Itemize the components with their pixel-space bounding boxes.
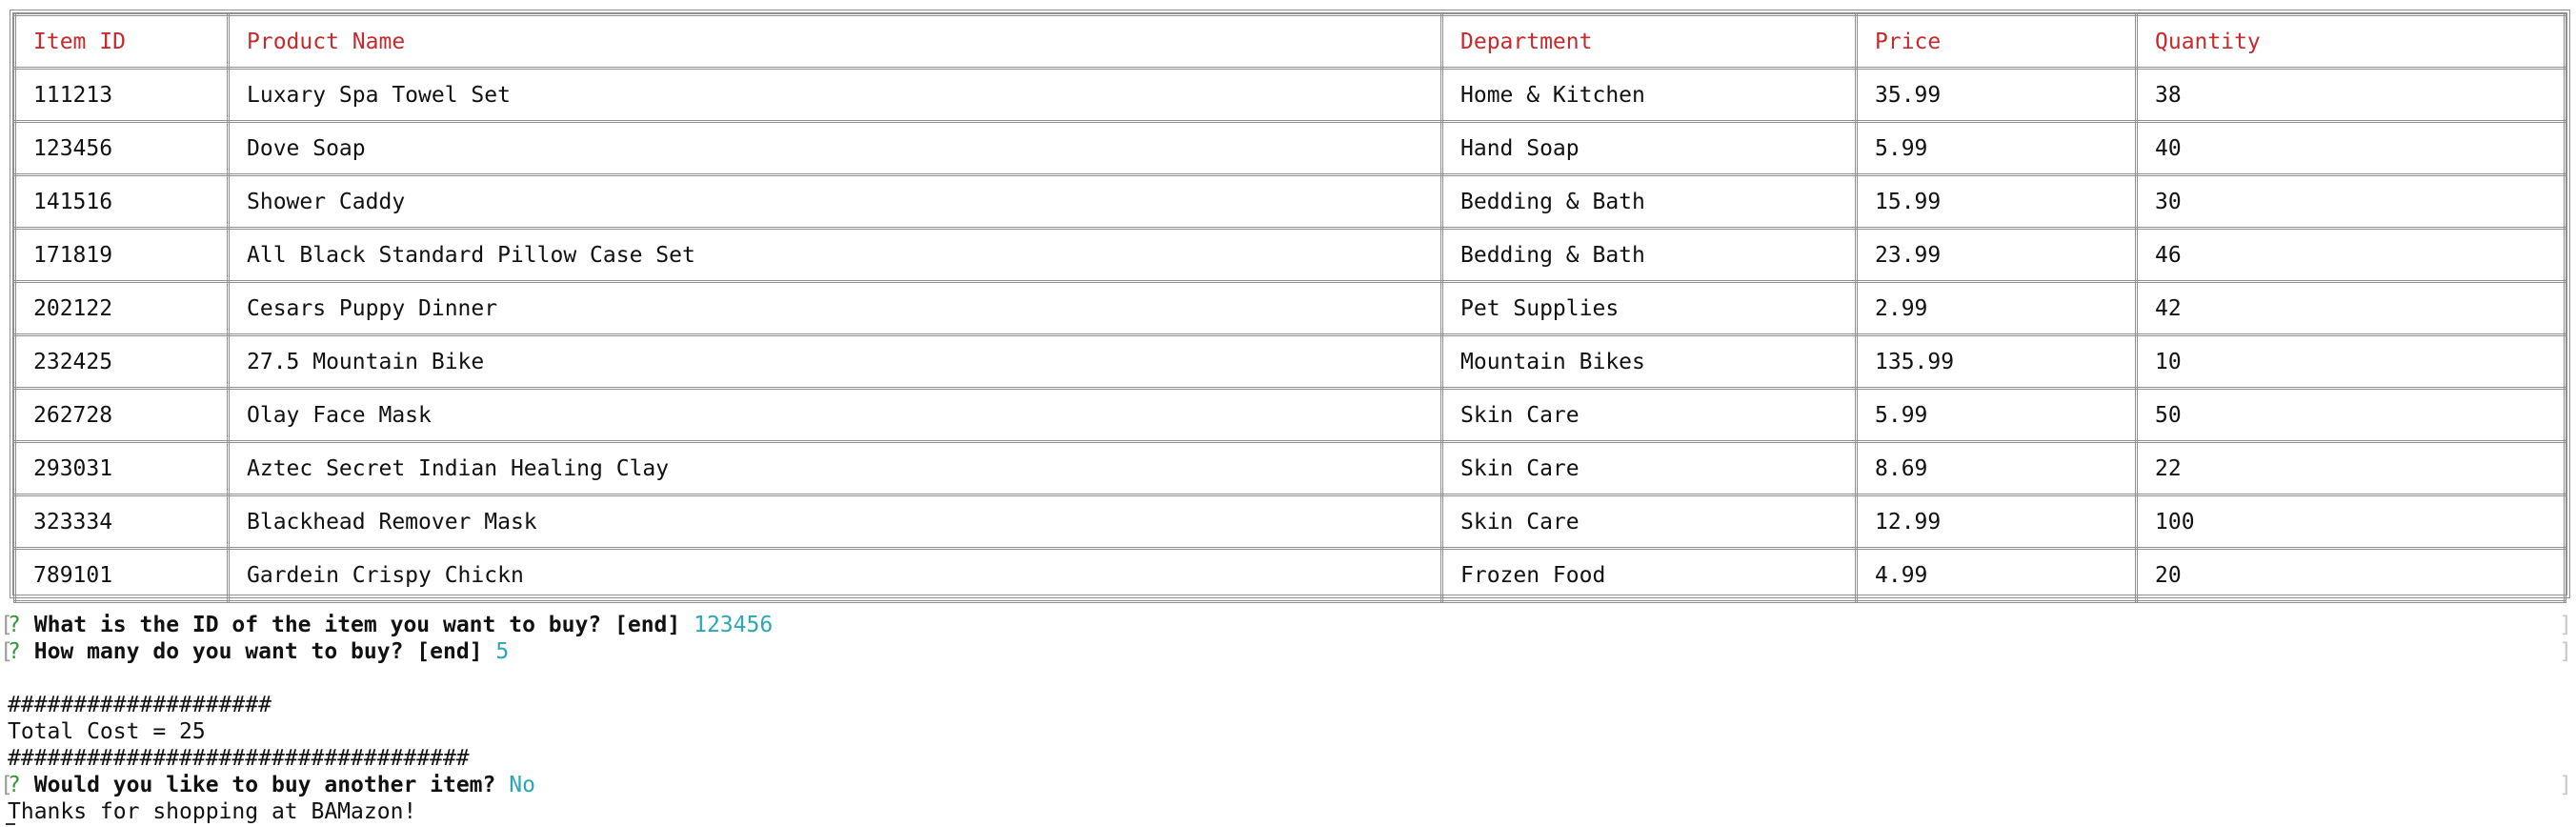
table-header-row: Item ID Product Name Department Price Qu… xyxy=(13,13,2566,70)
cell-quantity: 50 xyxy=(2135,387,2566,443)
cell-quantity: 20 xyxy=(2135,547,2566,603)
cell-quantity: 22 xyxy=(2135,440,2566,496)
cell-product-name: Dove Soap xyxy=(227,120,1443,176)
prompt-item-id: [? What is the ID of the item you want t… xyxy=(0,612,2576,638)
table-row: 323334 Blackhead Remover Mask Skin Care … xyxy=(13,494,2566,550)
prompt-bracket: [ xyxy=(0,613,13,637)
table-row: 202122 Cesars Puppy Dinner Pet Supplies … xyxy=(13,280,2566,336)
prompt-bracket: [ xyxy=(0,773,13,797)
cell-quantity: 38 xyxy=(2135,67,2566,123)
cell-item-id: 789101 xyxy=(13,547,230,603)
cell-quantity: 46 xyxy=(2135,227,2566,283)
terminal-output: [? What is the ID of the item you want t… xyxy=(0,612,2576,825)
cell-department: Pet Supplies xyxy=(1440,280,1858,336)
prompt-question-text: How many do you want to buy? [end] xyxy=(33,639,483,664)
table-row: 232425 27.5 Mountain Bike Mountain Bikes… xyxy=(13,333,2566,390)
cell-price: 4.99 xyxy=(1855,547,2138,603)
cell-product-name: Blackhead Remover Mask xyxy=(227,494,1443,550)
cell-item-id: 202122 xyxy=(13,280,230,336)
cell-price: 23.99 xyxy=(1855,227,2138,283)
table-row: 171819 All Black Standard Pillow Case Se… xyxy=(13,227,2566,283)
cell-department: Bedding & Bath xyxy=(1440,227,1858,283)
cell-quantity: 40 xyxy=(2135,120,2566,176)
prompt-question-mark: ? xyxy=(8,639,21,664)
cell-item-id: 123456 xyxy=(13,120,230,176)
table-row: 111213 Luxary Spa Towel Set Home & Kitch… xyxy=(13,67,2566,123)
cell-department: Skin Care xyxy=(1440,494,1858,550)
prompt-answer: 123456 xyxy=(694,613,774,637)
cell-product-name: Gardein Crispy Chickn xyxy=(227,547,1443,603)
cell-quantity: 42 xyxy=(2135,280,2566,336)
cell-quantity: 10 xyxy=(2135,333,2566,390)
cell-product-name: Cesars Puppy Dinner xyxy=(227,280,1443,336)
cell-department: Skin Care xyxy=(1440,440,1858,496)
table-row: 141516 Shower Caddy Bedding & Bath 15.99… xyxy=(13,173,2566,230)
cell-quantity: 30 xyxy=(2135,173,2566,230)
cell-product-name: All Black Standard Pillow Case Set xyxy=(227,227,1443,283)
inventory-table: Item ID Product Name Department Price Qu… xyxy=(13,13,2566,603)
prompt-answer: No xyxy=(509,773,535,797)
cell-department: Hand Soap xyxy=(1440,120,1858,176)
cell-product-name: 27.5 Mountain Bike xyxy=(227,333,1443,390)
cell-price: 12.99 xyxy=(1855,494,2138,550)
prompt-question-mark: ? xyxy=(8,773,21,797)
header-price: Price xyxy=(1855,13,2138,70)
cell-product-name: Luxary Spa Towel Set xyxy=(227,67,1443,123)
goodbye-message[interactable]: Thanks for shopping at BAMazon! xyxy=(0,798,2576,825)
prompt-bracket-end: ] xyxy=(2559,613,2572,637)
cell-department: Mountain Bikes xyxy=(1440,333,1858,390)
prompt-question-text: Would you like to buy another item? xyxy=(33,773,496,797)
cell-product-name: Olay Face Mask xyxy=(227,387,1443,443)
cell-price: 5.99 xyxy=(1855,387,2138,443)
cell-item-id: 232425 xyxy=(13,333,230,390)
terminal-cursor xyxy=(6,823,15,825)
table-row: 293031 Aztec Secret Indian Healing Clay … xyxy=(13,440,2566,496)
cell-item-id: 262728 xyxy=(13,387,230,443)
hash-divider-bottom: ################################### xyxy=(8,746,470,771)
header-item-id: Item ID xyxy=(13,13,230,70)
cell-price: 5.99 xyxy=(1855,120,2138,176)
cell-price: 8.69 xyxy=(1855,440,2138,496)
cell-product-name: Aztec Secret Indian Healing Clay xyxy=(227,440,1443,496)
header-department: Department xyxy=(1440,13,1858,70)
prompt-buy-another: [? Would you like to buy another item? N… xyxy=(0,772,2576,798)
table-row: 789101 Gardein Crispy Chickn Frozen Food… xyxy=(13,547,2566,603)
prompt-bracket-end: ] xyxy=(2559,639,2572,664)
prompt-bracket-end: ] xyxy=(2559,773,2572,797)
prompt-answer: 5 xyxy=(495,639,510,664)
cell-department: Home & Kitchen xyxy=(1440,67,1858,123)
cell-item-id: 171819 xyxy=(13,227,230,283)
cell-department: Skin Care xyxy=(1440,387,1858,443)
header-quantity: Quantity xyxy=(2135,13,2566,70)
prompt-bracket: [ xyxy=(0,639,13,664)
cell-item-id: 323334 xyxy=(13,494,230,550)
hash-divider-top: #################### xyxy=(8,693,272,717)
cell-item-id: 111213 xyxy=(13,67,230,123)
cell-item-id: 141516 xyxy=(13,173,230,230)
inventory-table-frame: Item ID Product Name Department Price Qu… xyxy=(10,10,2570,603)
cell-item-id: 293031 xyxy=(13,440,230,496)
table-row: 262728 Olay Face Mask Skin Care 5.99 50 xyxy=(13,387,2566,443)
header-product-name: Product Name xyxy=(227,13,1443,70)
prompt-question-text: What is the ID of the item you want to b… xyxy=(33,613,681,637)
cell-quantity: 100 xyxy=(2135,494,2566,550)
total-cost: Total Cost = 25 xyxy=(8,719,206,744)
cell-price: 15.99 xyxy=(1855,173,2138,230)
goodbye-text: Thanks for shopping at BAMazon! xyxy=(8,799,417,824)
prompt-question-mark: ? xyxy=(8,613,21,637)
table-row: 123456 Dove Soap Hand Soap 5.99 40 xyxy=(13,120,2566,176)
cell-price: 2.99 xyxy=(1855,280,2138,336)
cell-department: Frozen Food xyxy=(1440,547,1858,603)
cell-price: 35.99 xyxy=(1855,67,2138,123)
cell-price: 135.99 xyxy=(1855,333,2138,390)
cell-product-name: Shower Caddy xyxy=(227,173,1443,230)
prompt-quantity: [? How many do you want to buy? [end] 5] xyxy=(0,638,2576,665)
cell-department: Bedding & Bath xyxy=(1440,173,1858,230)
